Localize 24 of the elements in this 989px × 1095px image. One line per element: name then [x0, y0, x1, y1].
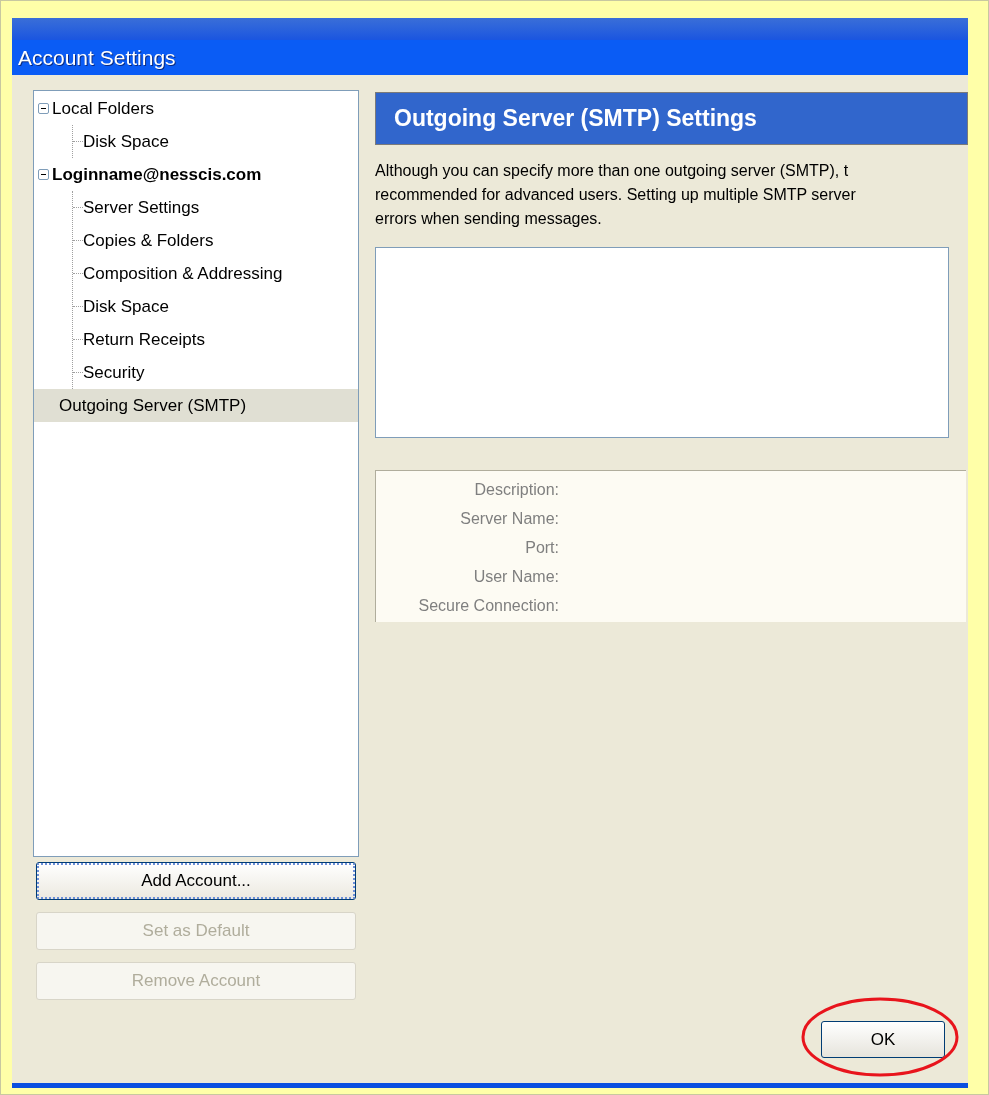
window-title: Account Settings	[18, 44, 176, 71]
detail-label: Secure Connection:	[418, 596, 559, 616]
tree-item[interactable]: Local Folders	[52, 92, 358, 125]
collapse-icon[interactable]	[38, 103, 49, 114]
detail-label: Description:	[474, 480, 559, 500]
detail-label: User Name:	[473, 567, 559, 587]
tree-item[interactable]: Copies & Folders	[83, 224, 358, 257]
tree-item[interactable]: Disk Space	[83, 290, 358, 323]
description-text: Although you can specify more than one outgoing server (SMTP), t	[375, 161, 849, 181]
ok-button[interactable]: OK	[821, 1021, 945, 1058]
tree-item[interactable]: Security	[83, 356, 358, 389]
tree-item[interactable]: Loginname@nesscis.com	[52, 158, 358, 191]
detail-label: Server Name:	[460, 509, 559, 529]
detail-label: Port:	[525, 538, 559, 558]
tree-item[interactable]: Composition & Addressing	[83, 257, 358, 290]
tree-item[interactable]: Return Receipts	[83, 323, 358, 356]
account-button[interactable]: Add Account...	[36, 862, 356, 900]
tree-item[interactable]: Disk Space	[83, 125, 358, 158]
tree-item[interactable]: Outgoing Server (SMTP)	[34, 389, 358, 422]
collapse-icon[interactable]	[38, 169, 49, 180]
section-title: Outgoing Server (SMTP) Settings	[394, 104, 757, 134]
description-text: errors when sending messages.	[375, 209, 602, 229]
description-text: recommended for advanced users. Setting up multiple SMTP server	[375, 185, 856, 205]
tree-item[interactable]: Server Settings	[83, 191, 358, 224]
